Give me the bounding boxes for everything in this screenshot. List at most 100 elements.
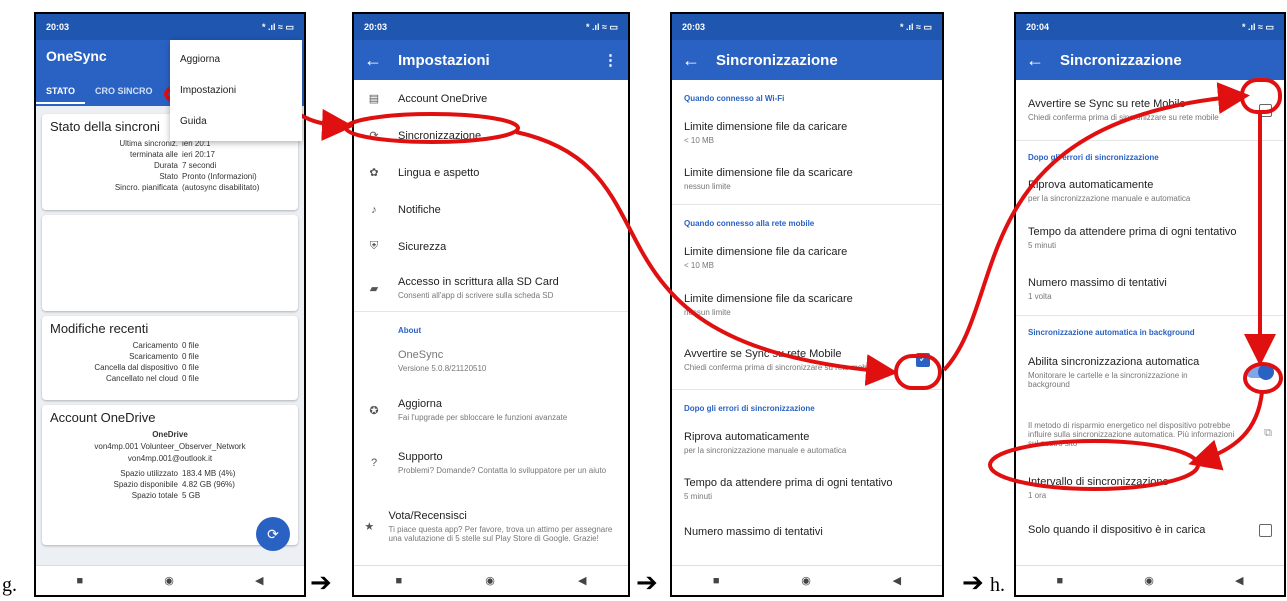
info-key: Sincro. pianificata bbox=[114, 183, 178, 192]
menu-item-impostazioni[interactable]: Impostazioni bbox=[170, 75, 302, 106]
setting-label: Riprova automaticamente bbox=[1028, 179, 1154, 191]
recents-icon[interactable]: ■ bbox=[396, 575, 403, 587]
setting-label: Intervallo di sincronizzazione bbox=[1028, 476, 1169, 488]
setting-wait-time[interactable]: Tempo da attendere prima di ogni tentati… bbox=[672, 464, 942, 514]
info-key: Spazio totale bbox=[131, 491, 178, 500]
nav-bar: ■ ◉ ◀ bbox=[1016, 565, 1284, 595]
section-header: Dopo gli errori di sincronizzazione bbox=[684, 404, 815, 413]
status-bar: 20:03 * .ıl ≈ ▭ bbox=[672, 14, 942, 40]
recents-icon[interactable]: ■ bbox=[713, 575, 720, 587]
nav-bar: ■ ◉ ◀ bbox=[672, 565, 942, 595]
page-title: Sincronizzazione bbox=[716, 51, 838, 69]
back-icon[interactable]: ◀ bbox=[255, 574, 263, 587]
info-value: 7 secondi bbox=[182, 161, 217, 170]
setting-wifi-upload[interactable]: Limite dimensione file da caricare < 10 M… bbox=[672, 112, 942, 154]
status-bar: 20:03 * .ıl ≈ ▭ bbox=[36, 14, 304, 40]
home-icon[interactable]: ◉ bbox=[164, 574, 174, 587]
auto-sync-toggle[interactable] bbox=[1246, 364, 1274, 380]
info-row: terminata alle ieri 20:17 bbox=[50, 149, 290, 160]
setting-warn-mobile[interactable]: Avvertire se Sync su rete Mobile Chiedi c… bbox=[672, 331, 942, 389]
tab-stato[interactable]: STATO bbox=[36, 86, 85, 104]
menu-item-aggiorna[interactable]: Aggiorna bbox=[170, 40, 302, 75]
info-value: 183.4 MB (4%) bbox=[182, 469, 236, 478]
setting-max-retries[interactable]: Numero massimo di tentativi 1 volta bbox=[1016, 263, 1284, 315]
setting-label: Numero massimo di tentativi bbox=[684, 526, 823, 538]
info-value: 0 file bbox=[182, 374, 199, 383]
settings-item-notifications[interactable]: ♪ Notifiche bbox=[354, 191, 628, 228]
setting-charging-only[interactable]: Solo quando il dispositivo è in carica bbox=[1016, 510, 1284, 550]
settings-item-upgrade[interactable]: ✪ Aggiorna Fai l'upgrade per sbloccare le … bbox=[354, 385, 628, 435]
setting-mobile-upload[interactable]: Limite dimensione file da caricare < 10 M… bbox=[672, 237, 942, 279]
back-icon[interactable]: ◀ bbox=[1235, 574, 1243, 587]
setting-retry[interactable]: Riprova automaticamente per la sincronizz… bbox=[1016, 169, 1284, 213]
app-bar: ← Sincronizzazione bbox=[672, 40, 942, 80]
home-icon[interactable]: ◉ bbox=[485, 574, 495, 587]
section-header: Quando connesso alla rete mobile bbox=[684, 219, 815, 228]
settings-item-account[interactable]: ▤ Account OneDrive bbox=[354, 80, 628, 117]
page-title: Impostazioni bbox=[398, 51, 490, 69]
setting-wait-time[interactable]: Tempo da attendere prima di ogni tentati… bbox=[1016, 213, 1284, 263]
info-key: Cancella dal dispositivo bbox=[94, 363, 178, 372]
home-icon[interactable]: ◉ bbox=[1144, 574, 1154, 587]
overflow-menu: Aggiorna Impostazioni Guida bbox=[170, 40, 302, 141]
arrow-icon: ➔ bbox=[636, 568, 658, 598]
item-label: Sicurezza bbox=[398, 240, 447, 253]
nav-bar: ■ ◉ ◀ bbox=[354, 565, 628, 595]
card-title: Modifiche recenti bbox=[50, 321, 149, 336]
app-bar: ← Sincronizzazione bbox=[1016, 40, 1284, 80]
setting-interval[interactable]: Intervallo di sincronizzazione 1 ora bbox=[1016, 466, 1284, 510]
warn-mobile-checkbox[interactable] bbox=[1259, 103, 1272, 117]
sync-fab-button[interactable]: ⟳ bbox=[256, 517, 290, 551]
setting-warn-mobile[interactable]: Avvertire se Sync su rete Mobile Chiedi c… bbox=[1016, 80, 1284, 140]
external-link-icon[interactable]: ⧉ bbox=[1264, 427, 1272, 440]
setting-label: Abilita sincronizzaziona automatica bbox=[1028, 355, 1200, 368]
settings-item-support[interactable]: ? Supporto Problemi? Domande? Contatta lo … bbox=[354, 435, 628, 491]
clock: 20:04 bbox=[1026, 22, 1050, 32]
back-arrow-icon[interactable]: ← bbox=[682, 50, 716, 71]
more-icon[interactable]: ⋮ bbox=[603, 51, 618, 69]
info-key: terminata alle bbox=[129, 150, 178, 159]
home-icon[interactable]: ◉ bbox=[801, 574, 811, 587]
battery-note[interactable]: Il metodo di risparmio energetico nel di… bbox=[1016, 400, 1284, 466]
arrow-icon: ➔ bbox=[310, 568, 332, 598]
settings-item-rate[interactable]: ★ Vota/Recensisci Ti piace questa app? Per… bbox=[354, 491, 628, 561]
charging-checkbox[interactable] bbox=[1259, 523, 1272, 537]
setting-subtitle: per la sincronizzazione manuale e automa… bbox=[684, 446, 847, 455]
app-name: OneSync bbox=[398, 349, 444, 361]
setting-value: nessun limite bbox=[684, 182, 731, 191]
back-icon[interactable]: ◀ bbox=[578, 574, 586, 587]
back-arrow-icon[interactable]: ← bbox=[364, 50, 398, 71]
warn-mobile-checkbox[interactable]: ✓ bbox=[916, 353, 930, 367]
settings-item-security[interactable]: ⛨ Sicurezza bbox=[354, 228, 628, 265]
recents-icon[interactable]: ■ bbox=[77, 575, 84, 587]
back-arrow-icon[interactable]: ← bbox=[1026, 50, 1060, 71]
setting-retry[interactable]: Riprova automaticamente per la sincronizz… bbox=[672, 422, 942, 464]
recents-icon[interactable]: ■ bbox=[1057, 575, 1064, 587]
setting-label: Avvertire se Sync su rete Mobile bbox=[1028, 98, 1186, 110]
info-key: Ultima sincroniz. bbox=[119, 139, 178, 148]
info-value: 4.82 GB (96%) bbox=[182, 480, 235, 489]
help-icon: ? bbox=[370, 457, 378, 469]
setting-max-retries[interactable]: Numero massimo di tentativi bbox=[672, 514, 942, 550]
label-h: h. bbox=[990, 574, 1005, 596]
item-subtitle: Fai l'upgrade per sbloccare le funzioni … bbox=[398, 413, 568, 422]
info-row: Cancella dal dispositivo 0 file bbox=[50, 362, 290, 373]
bell-icon: ♪ bbox=[371, 203, 377, 216]
settings-item-language[interactable]: ✿ Lingua e aspetto bbox=[354, 154, 628, 191]
setting-label: Numero massimo di tentativi bbox=[1028, 277, 1167, 289]
info-key: Spazio utilizzato bbox=[120, 469, 178, 478]
tab-sincro[interactable]: CRO SINCRO bbox=[85, 86, 163, 104]
settings-item-sync[interactable]: ⟳ Sincronizzazione bbox=[354, 117, 628, 154]
setting-wifi-download[interactable]: Limite dimensione file da scaricare nessu… bbox=[672, 154, 942, 204]
setting-auto-sync[interactable]: Abilita sincronizzaziona automatica Monit… bbox=[1016, 344, 1284, 400]
sdcard-icon: ▰ bbox=[369, 282, 379, 295]
back-icon[interactable]: ◀ bbox=[893, 574, 901, 587]
phone-home: 20:03 * .ıl ≈ ▭ OneSync STATO CRO SINCRO … bbox=[34, 12, 306, 597]
setting-mobile-download[interactable]: Limite dimensione file da scaricare nessu… bbox=[672, 279, 942, 331]
item-label: Sincronizzazione bbox=[398, 129, 482, 142]
settings-item-sdcard[interactable]: ▰ Accesso in scrittura alla SD Card Consen… bbox=[354, 265, 628, 311]
menu-item-guida[interactable]: Guida bbox=[170, 106, 302, 141]
setting-value: 5 minuti bbox=[684, 492, 713, 501]
setting-subtitle: Chiedi conferma prima di sincronizzare s… bbox=[1028, 113, 1219, 122]
status-bar: 20:03 * .ıl ≈ ▭ bbox=[354, 14, 628, 40]
